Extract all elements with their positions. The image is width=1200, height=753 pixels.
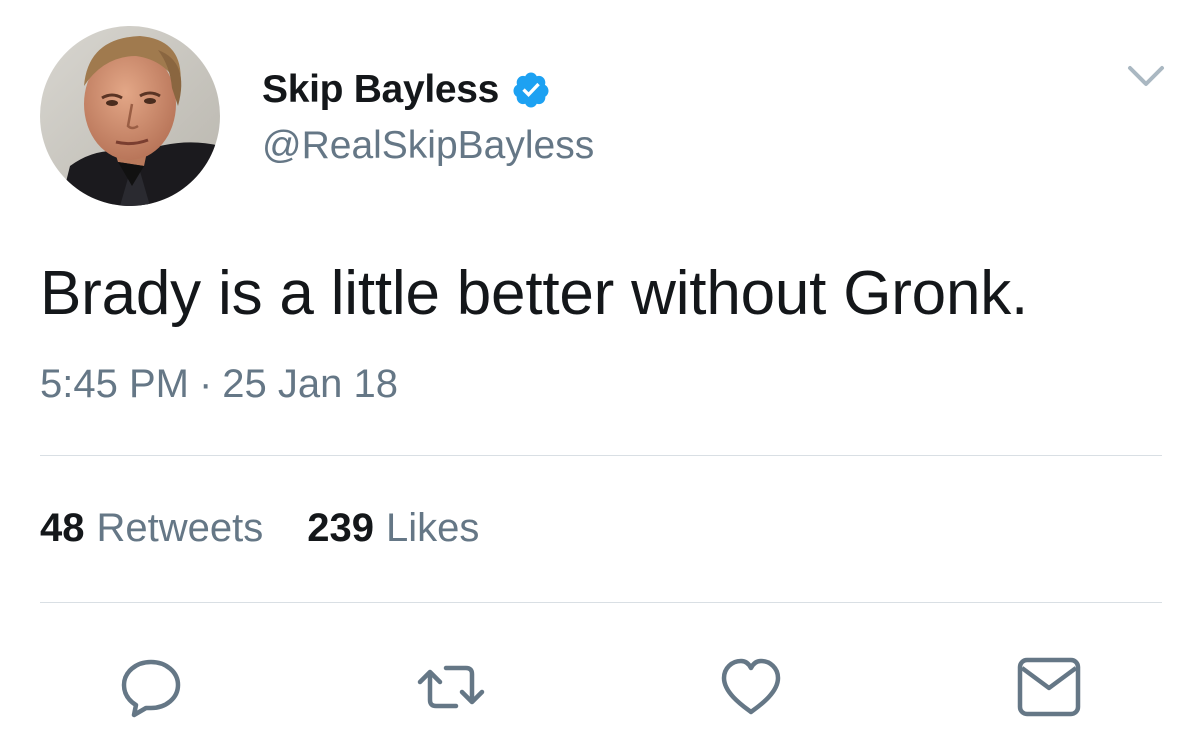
tweet-stats: 48 Retweets 239 Likes [40,506,479,551]
likes-count: 239 [307,506,374,550]
divider [40,602,1162,603]
likes-label: Likes [386,506,480,550]
tweet-time: 5:45 PM [40,362,189,406]
divider [40,455,1162,456]
author-handle[interactable]: @RealSkipBayless [262,124,594,168]
author-name-row: Skip Bayless [262,66,551,114]
direct-message-button[interactable] [1014,652,1084,722]
envelope-icon [1017,657,1081,717]
display-name[interactable]: Skip Bayless [262,68,499,112]
avatar-photo [40,26,220,206]
chevron-down-icon[interactable] [1124,58,1168,94]
tweet-timestamp[interactable]: 5:45 PM · 25 Jan 18 [40,362,398,407]
reply-button[interactable] [116,652,186,722]
retweet-icon [417,665,485,709]
timestamp-separator: · [198,362,213,406]
retweets-stat[interactable]: 48 Retweets [40,506,263,551]
tweet-date: 25 Jan 18 [222,362,398,406]
heart-icon [721,658,781,715]
likes-stat[interactable]: 239 Likes [307,506,479,551]
verified-badge-icon [511,70,551,110]
avatar[interactable] [40,26,220,206]
retweets-label: Retweets [96,506,264,550]
retweets-count: 48 [40,506,85,550]
reply-bubble-icon [121,659,181,718]
like-button[interactable] [716,652,786,722]
retweet-button[interactable] [416,652,486,722]
tweet-card: Skip Bayless @RealSkipBayless Brady is a… [0,0,1200,753]
tweet-text: Brady is a little better without Gronk. [40,259,1029,328]
